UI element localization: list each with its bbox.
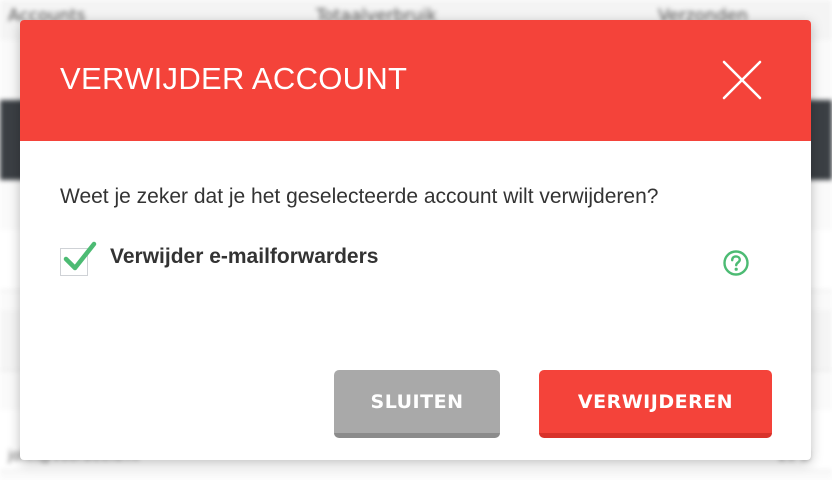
- checkmark-icon: [63, 241, 97, 271]
- dialog-header: VERWIJDER ACCOUNT: [20, 20, 811, 141]
- dialog-body: Weet je zeker dat je het geselecteerde a…: [20, 141, 811, 460]
- delete-forwarders-label[interactable]: Verwijder e-mailforwarders: [110, 245, 378, 269]
- close-x-icon: [722, 60, 762, 100]
- delete-forwarders-option: Verwijder e-mailforwarders: [60, 241, 760, 281]
- delete-account-button[interactable]: VERWIJDEREN: [539, 370, 772, 438]
- question-circle-icon: [723, 250, 749, 276]
- confirmation-question: Weet je zeker dat je het geselecteerde a…: [60, 185, 659, 208]
- dialog-title: VERWIJDER ACCOUNT: [60, 61, 408, 96]
- delete-forwarders-checkbox[interactable]: [60, 241, 97, 276]
- help-button[interactable]: [722, 249, 750, 277]
- close-button[interactable]: [720, 58, 764, 102]
- delete-account-dialog: VERWIJDER ACCOUNT Weet je zeker dat je h…: [20, 20, 811, 460]
- close-dialog-button[interactable]: SLUITEN: [334, 370, 500, 438]
